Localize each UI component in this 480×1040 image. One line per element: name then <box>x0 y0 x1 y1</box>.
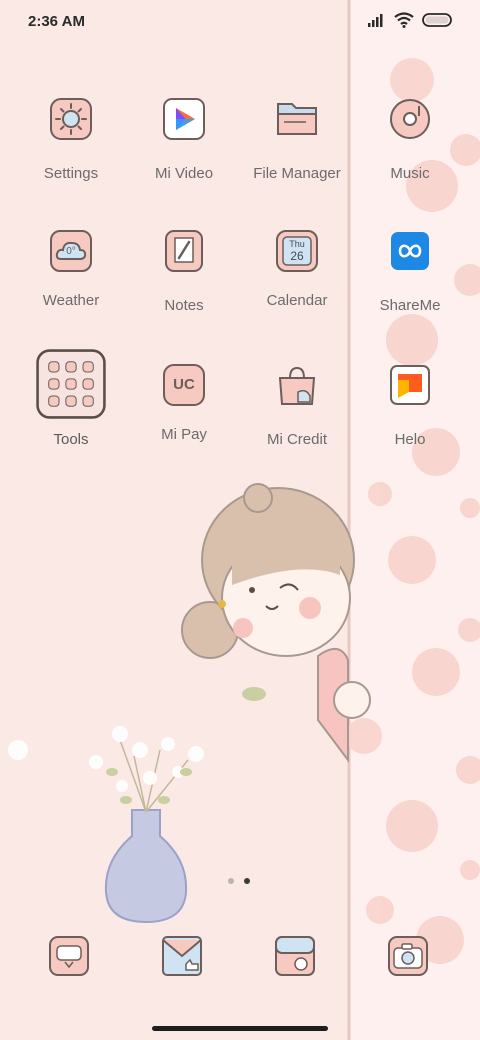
app-label: Notes <box>164 297 204 314</box>
browser-icon <box>275 936 315 976</box>
app-music[interactable]: Music <box>354 98 466 182</box>
dock-camera[interactable] <box>367 936 449 981</box>
app-calendar[interactable]: Thu 26 Calendar <box>241 230 353 309</box>
app-label: Tools <box>53 431 89 448</box>
app-label: Music <box>390 165 430 182</box>
folder-grid-icon <box>36 349 106 419</box>
status-time: 2:36 AM <box>28 13 85 30</box>
music-disc-icon <box>390 99 430 139</box>
uc-text: UC <box>173 376 195 393</box>
weather-temp: 0° <box>66 246 76 257</box>
folder-icon <box>277 103 317 135</box>
calendar-icon-wrap: Thu 26 <box>276 230 318 272</box>
app-mi-credit[interactable]: Mi Credit <box>241 364 353 448</box>
app-settings[interactable]: Settings <box>15 98 127 182</box>
camera-icon <box>388 936 428 976</box>
app-shareme[interactable]: ShareMe <box>354 230 466 314</box>
app-label: ShareMe <box>379 297 441 314</box>
app-label: Settings <box>43 165 99 182</box>
app-mi-video[interactable]: Mi Video <box>128 98 240 182</box>
page-dot-1[interactable] <box>228 878 234 884</box>
message-icon <box>49 936 89 976</box>
chat-bubble-icon <box>390 365 430 405</box>
app-helo[interactable]: Helo <box>354 364 466 448</box>
credit-bag-icon <box>278 366 316 405</box>
calendar-day: Thu <box>289 239 305 249</box>
status-bar: 2:36 AM <box>0 0 480 44</box>
app-mi-pay[interactable]: UC Mi Pay <box>128 364 240 443</box>
weather-icon-wrap: 0° <box>50 230 92 272</box>
app-label: Mi Pay <box>161 426 207 443</box>
app-label: File Manager <box>253 165 341 182</box>
home-indicator[interactable] <box>152 1026 328 1031</box>
calendar-date: 26 <box>290 249 304 263</box>
app-file-manager[interactable]: File Manager <box>241 98 353 182</box>
page-dot-2[interactable] <box>244 878 250 884</box>
battery-icon <box>422 13 452 27</box>
app-weather[interactable]: 0° Weather <box>15 230 127 309</box>
signal-icon <box>368 14 383 27</box>
dock-messages[interactable] <box>28 936 110 981</box>
play-icon <box>163 98 205 140</box>
notes-pen-icon <box>165 230 203 272</box>
dock-browser[interactable] <box>254 936 336 981</box>
system-icons <box>368 12 454 28</box>
infinity-icon <box>391 232 429 270</box>
app-notes[interactable]: Notes <box>128 230 240 314</box>
app-label: Calendar <box>266 292 328 309</box>
settings-icon <box>50 98 92 140</box>
page-indicator <box>228 878 250 884</box>
app-label: Weather <box>42 292 100 309</box>
app-label: Mi Credit <box>266 431 327 448</box>
app-label: Mi Video <box>154 165 214 182</box>
app-tools-folder[interactable]: Tools <box>15 349 127 448</box>
app-label: Helo <box>394 431 426 448</box>
dock-email[interactable] <box>141 936 223 981</box>
envelope-icon <box>162 936 202 976</box>
uc-icon-wrap: UC <box>163 364 205 406</box>
wifi-icon <box>394 12 414 28</box>
